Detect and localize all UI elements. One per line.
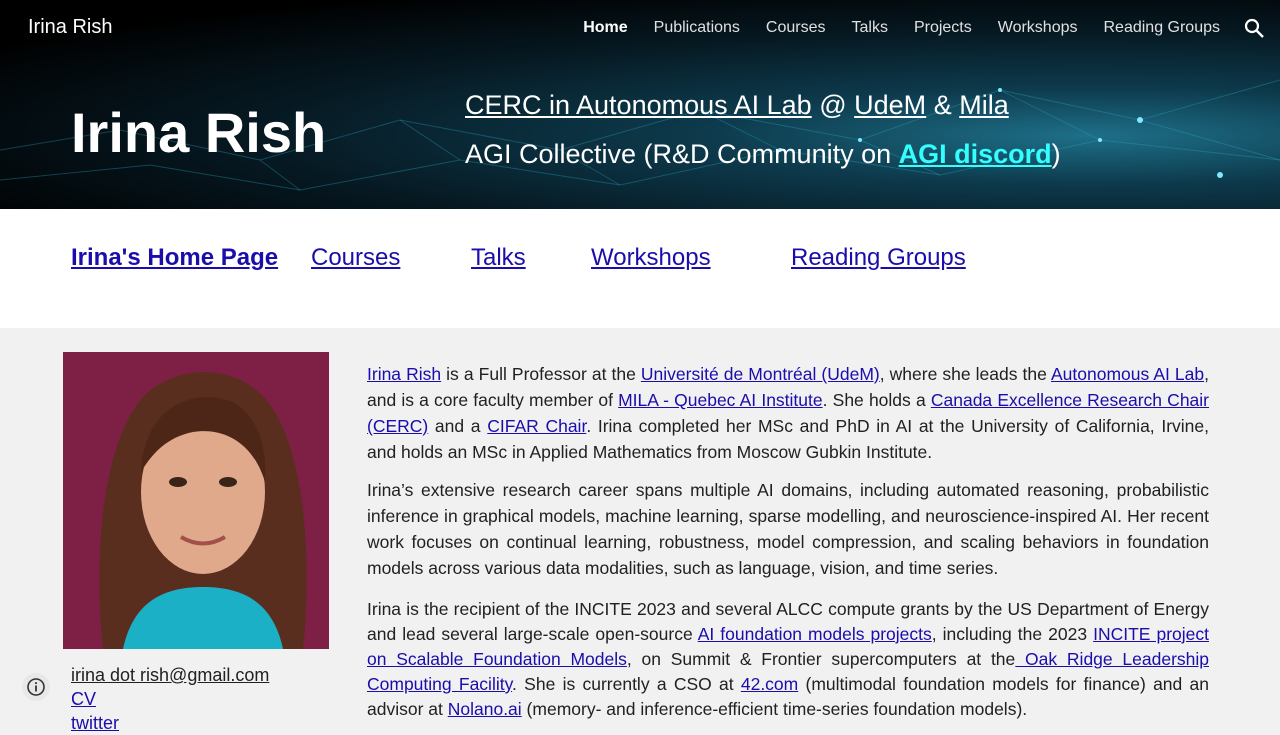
hero-name: Irina Rish (71, 101, 327, 164)
hero-banner: Irina Rish Home Publications Courses Tal… (0, 0, 1280, 209)
mila-link[interactable]: Mila (959, 90, 1009, 120)
bio-text: Irina Rish is a Full Professor at the Un… (367, 361, 1209, 734)
community-text: AGI Collective (R&D Community on (465, 139, 899, 169)
nav-projects[interactable]: Projects (914, 18, 972, 38)
site-title[interactable]: Irina Rish (28, 16, 112, 39)
bio-text-run: is a Full Professor at the (441, 364, 641, 384)
udem-link[interactable]: UdeM (854, 90, 926, 120)
bio-text-run: and a (428, 416, 488, 436)
bio-text-run: . She holds a (822, 390, 931, 410)
nav-workshops[interactable]: Workshops (998, 18, 1078, 38)
bio-link[interactable]: 42.com (741, 674, 798, 694)
bio-link[interactable]: Université de Montréal (UdeM) (641, 364, 880, 384)
at-text: @ (819, 90, 847, 120)
courses-link[interactable]: Courses (311, 244, 400, 272)
nav-home[interactable]: Home (583, 18, 627, 38)
reading-groups-link[interactable]: Reading Groups (791, 244, 966, 272)
info-icon (27, 678, 45, 696)
hero-community: AGI Collective (R&D Community on AGI dis… (465, 139, 1061, 170)
info-button[interactable] (22, 673, 50, 701)
bio-text-run: , including the 2023 (931, 624, 1094, 644)
link-bar: Irina's Home Page Courses Talks Workshop… (0, 209, 1280, 328)
talks-link[interactable]: Talks (471, 244, 526, 272)
cv-link[interactable]: CV (71, 687, 269, 711)
paren-text: ) (1051, 139, 1061, 169)
bio-text-run: . She is currently a CSO at (512, 674, 741, 694)
twitter-link[interactable]: twitter (71, 711, 269, 735)
home-page-link[interactable]: Irina's Home Page (71, 244, 278, 272)
agi-discord-link[interactable]: AGI discord (899, 139, 1052, 169)
nav-publications[interactable]: Publications (654, 18, 740, 38)
bio-link[interactable]: Irina Rish (367, 364, 441, 384)
bio-link[interactable]: CIFAR Chair (487, 416, 586, 436)
bio-text-run: (memory- and inference-efficient time-se… (521, 699, 1028, 719)
nav-courses[interactable]: Courses (766, 18, 826, 38)
bio-paragraph-2: Irina’s extensive research career spans … (367, 480, 1209, 578)
amp-text: & (933, 90, 952, 120)
nav-talks[interactable]: Talks (852, 18, 888, 38)
contact-links: irina dot rish@gmail.com CV twitter (71, 663, 269, 735)
lab-link[interactable]: CERC in Autonomous AI Lab (465, 90, 812, 120)
bio-paragraph-3: Irina is the recipient of the INCITE 202… (367, 597, 1209, 722)
bio-text-run: , on Summit & Frontier supercomputers at… (626, 649, 1016, 669)
hero-affiliation: CERC in Autonomous AI Lab @ UdeM & Mila (465, 90, 1009, 121)
top-nav: Home Publications Courses Talks Projects… (583, 18, 1220, 38)
nav-reading-groups[interactable]: Reading Groups (1103, 18, 1220, 38)
bio-link[interactable]: Autonomous AI Lab (1051, 364, 1204, 384)
main-content: irina dot rish@gmail.com CV twitter Irin… (0, 328, 1280, 733)
email-link[interactable]: irina dot rish@gmail.com (71, 663, 269, 687)
workshops-link[interactable]: Workshops (591, 244, 711, 272)
search-icon[interactable] (1242, 16, 1266, 40)
bio-paragraph-1: Irina Rish is a Full Professor at the Un… (367, 361, 1209, 465)
bio-link[interactable]: MILA - Quebec AI Institute (618, 390, 823, 410)
bio-link[interactable]: AI foundation models projects (698, 624, 932, 644)
profile-photo (63, 352, 329, 649)
bio-text-run: , where she leads the (879, 364, 1051, 384)
bio-link[interactable]: Nolano.ai (448, 699, 522, 719)
